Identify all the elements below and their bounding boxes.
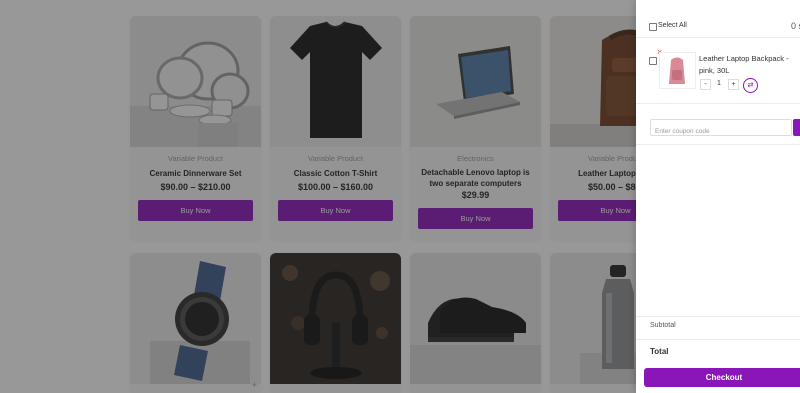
coupon-input[interactable] — [651, 124, 785, 139]
divider — [636, 144, 800, 145]
divider — [636, 103, 800, 104]
apply-coupon-button[interactable] — [793, 119, 800, 136]
item-checkbox[interactable] — [649, 57, 657, 65]
cart-item-thumbnail[interactable] — [659, 52, 696, 89]
checkout-button[interactable]: Checkout — [644, 368, 800, 387]
page-dim-overlay[interactable] — [0, 0, 636, 393]
selected-count: 0 s — [791, 21, 800, 31]
select-all-checkbox[interactable] — [649, 23, 657, 31]
select-all-label[interactable]: Select All — [658, 22, 687, 29]
pink-backpack-image — [669, 57, 685, 84]
cart-panel: Select All 0 s × Leather Laptop Backpack… — [636, 0, 800, 393]
divider — [636, 37, 800, 38]
total-label: Total — [650, 347, 669, 356]
divider — [636, 316, 800, 317]
quantity-increase-button[interactable]: + — [728, 79, 739, 90]
coupon-field[interactable] — [650, 119, 792, 139]
swap-variant-icon[interactable]: ⇄ — [743, 78, 758, 93]
quantity-decrease-button[interactable]: - — [700, 79, 711, 90]
quantity-value[interactable]: 1 — [717, 80, 721, 87]
divider — [636, 339, 800, 340]
subtotal-label: Subtotal — [650, 322, 676, 329]
cart-item-name[interactable]: Leather Laptop Backpack - pink, 30L — [699, 53, 797, 77]
